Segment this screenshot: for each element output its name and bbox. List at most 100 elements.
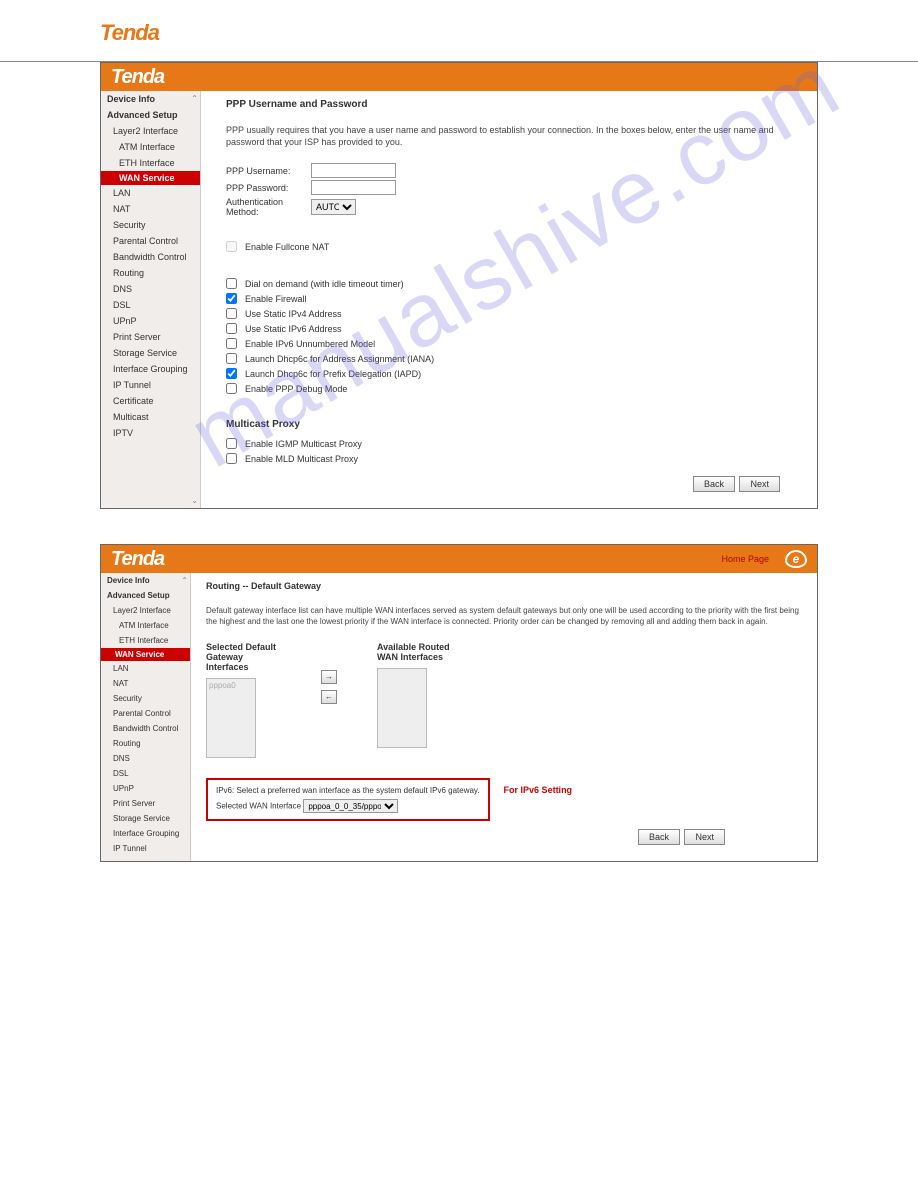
home-link[interactable]: Home Page [721,554,769,564]
move-right-button[interactable]: → [321,670,337,684]
password-label: PPP Password: [226,183,311,193]
title-bar-2: Tenda Home Page e [101,545,817,573]
nav2-wan[interactable]: WAN Service [101,648,190,661]
brand-logo-white: Tenda [111,66,164,89]
ipv6-select-label: Selected WAN Interface [216,802,301,811]
dialondemand-checkbox[interactable] [226,278,237,289]
nav2-security[interactable]: Security [101,691,190,706]
nav-routing[interactable]: Routing [101,265,200,281]
scroll-up-icon[interactable]: ⌃ [191,94,198,103]
selected-col-head: Selected Default Gateway Interfaces [206,642,281,672]
panel-ppp: Tenda ⌃ Device Info Advanced Setup Layer… [100,62,818,509]
firewall-checkbox[interactable] [226,293,237,304]
panel-routing: Tenda Home Page e ⌃ Device Info Advanced… [100,544,818,862]
nav2-nat[interactable]: NAT [101,676,190,691]
staticv4-checkbox[interactable] [226,308,237,319]
nav2-parental[interactable]: Parental Control [101,706,190,721]
ipv6-setting-box: IPv6: Select a preferred wan interface a… [206,778,490,821]
nav2-storage[interactable]: Storage Service [101,811,190,826]
nav-eth[interactable]: ETH Interface [101,155,200,171]
dhcp6c-iana-checkbox[interactable] [226,353,237,364]
nav-storage[interactable]: Storage Service [101,345,200,361]
selected-listbox[interactable]: pppoa0 [206,678,256,758]
nav2-dns[interactable]: DNS [101,751,190,766]
page-header: Tenda [0,10,918,62]
auth-method-select[interactable]: AUTO [311,199,356,215]
nav2-atm[interactable]: ATM Interface [101,618,190,633]
title-bar: Tenda [101,63,817,91]
scroll-down-icon[interactable]: ⌄ [191,496,198,505]
nav-bandwidth[interactable]: Bandwidth Control [101,249,200,265]
nav-intfgroup[interactable]: Interface Grouping [101,361,200,377]
content-area-2: Routing -- Default Gateway Default gatew… [191,573,817,861]
staticv6-checkbox[interactable] [226,323,237,334]
nav-security[interactable]: Security [101,217,200,233]
nav2-routing[interactable]: Routing [101,736,190,751]
firewall-label: Enable Firewall [245,294,307,304]
nav-parental[interactable]: Parental Control [101,233,200,249]
password-input[interactable] [311,180,396,195]
content-area: PPP Username and Password PPP usually re… [201,91,817,508]
nav-certificate[interactable]: Certificate [101,393,200,409]
page-description: PPP usually requires that you have a use… [226,125,805,148]
move-left-button[interactable]: ← [321,690,337,704]
staticv6-label: Use Static IPv6 Address [245,324,342,334]
next-button-2[interactable]: Next [684,829,725,845]
nav2-eth[interactable]: ETH Interface [101,633,190,648]
page-title: PPP Username and Password [226,99,805,110]
nav2-intfgroup[interactable]: Interface Grouping [101,826,190,841]
nav2-printserver[interactable]: Print Server [101,796,190,811]
scroll-up-icon-2[interactable]: ⌃ [181,576,188,585]
auth-label: Authentication Method: [226,197,311,217]
nav2-lan[interactable]: LAN [101,661,190,676]
multicast-section-title: Multicast Proxy [226,419,805,430]
brand-logo-white-2: Tenda [111,548,164,571]
ipv6-instruction: IPv6: Select a preferred wan interface a… [216,786,480,795]
available-col-head: Available Routed WAN Interfaces [377,642,452,662]
back-button[interactable]: Back [693,476,735,492]
nav-printserver[interactable]: Print Server [101,329,200,345]
nav2-dsl[interactable]: DSL [101,766,190,781]
nav2-advanced-setup[interactable]: Advanced Setup [101,588,190,603]
nav2-upnp[interactable]: UPnP [101,781,190,796]
nav2-layer2[interactable]: Layer2 Interface [101,603,190,618]
back-button-2[interactable]: Back [638,829,680,845]
nav-atm[interactable]: ATM Interface [101,139,200,155]
nav-lan[interactable]: LAN [101,185,200,201]
nav-multicast[interactable]: Multicast [101,409,200,425]
nav-device-info[interactable]: Device Info [101,91,200,107]
dhcp6c-iana-label: Launch Dhcp6c for Address Assignment (IA… [245,354,434,364]
igmp-label: Enable IGMP Multicast Proxy [245,439,362,449]
mld-label: Enable MLD Multicast Proxy [245,454,358,464]
username-input[interactable] [311,163,396,178]
dialondemand-label: Dial on demand (with idle timeout timer) [245,279,404,289]
username-label: PPP Username: [226,166,311,176]
nav-dns[interactable]: DNS [101,281,200,297]
nav-iptunnel[interactable]: IP Tunnel [101,377,200,393]
pppdebug-label: Enable PPP Debug Mode [245,384,347,394]
nav-layer2[interactable]: Layer2 Interface [101,123,200,139]
nav2-iptunnel[interactable]: IP Tunnel [101,841,190,856]
ipv6-wan-select[interactable]: pppoa_0_0_35/pppoa0 [303,799,398,813]
pppdebug-checkbox[interactable] [226,383,237,394]
nav-advanced-setup[interactable]: Advanced Setup [101,107,200,123]
v6unnumbered-checkbox[interactable] [226,338,237,349]
brand-logo: Tenda [100,20,159,45]
nav-wan-service[interactable]: WAN Service [101,171,200,185]
nav-dsl[interactable]: DSL [101,297,200,313]
sidebar: ⌃ Device Info Advanced Setup Layer2 Inte… [101,91,201,508]
mld-checkbox[interactable] [226,453,237,464]
next-button[interactable]: Next [739,476,780,492]
available-listbox[interactable] [377,668,427,748]
staticv4-label: Use Static IPv4 Address [245,309,342,319]
nav-nat[interactable]: NAT [101,201,200,217]
page-description-2: Default gateway interface list can have … [206,606,805,627]
igmp-checkbox[interactable] [226,438,237,449]
dhcp6c-iapd-checkbox[interactable] [226,368,237,379]
nav-iptv[interactable]: IPTV [101,425,200,441]
sidebar-2: ⌃ Device Info Advanced Setup Layer2 Inte… [101,573,191,861]
nav2-device-info[interactable]: Device Info [101,573,190,588]
nav2-bandwidth[interactable]: Bandwidth Control [101,721,190,736]
nav-upnp[interactable]: UPnP [101,313,200,329]
fullcone-checkbox[interactable] [226,241,237,252]
